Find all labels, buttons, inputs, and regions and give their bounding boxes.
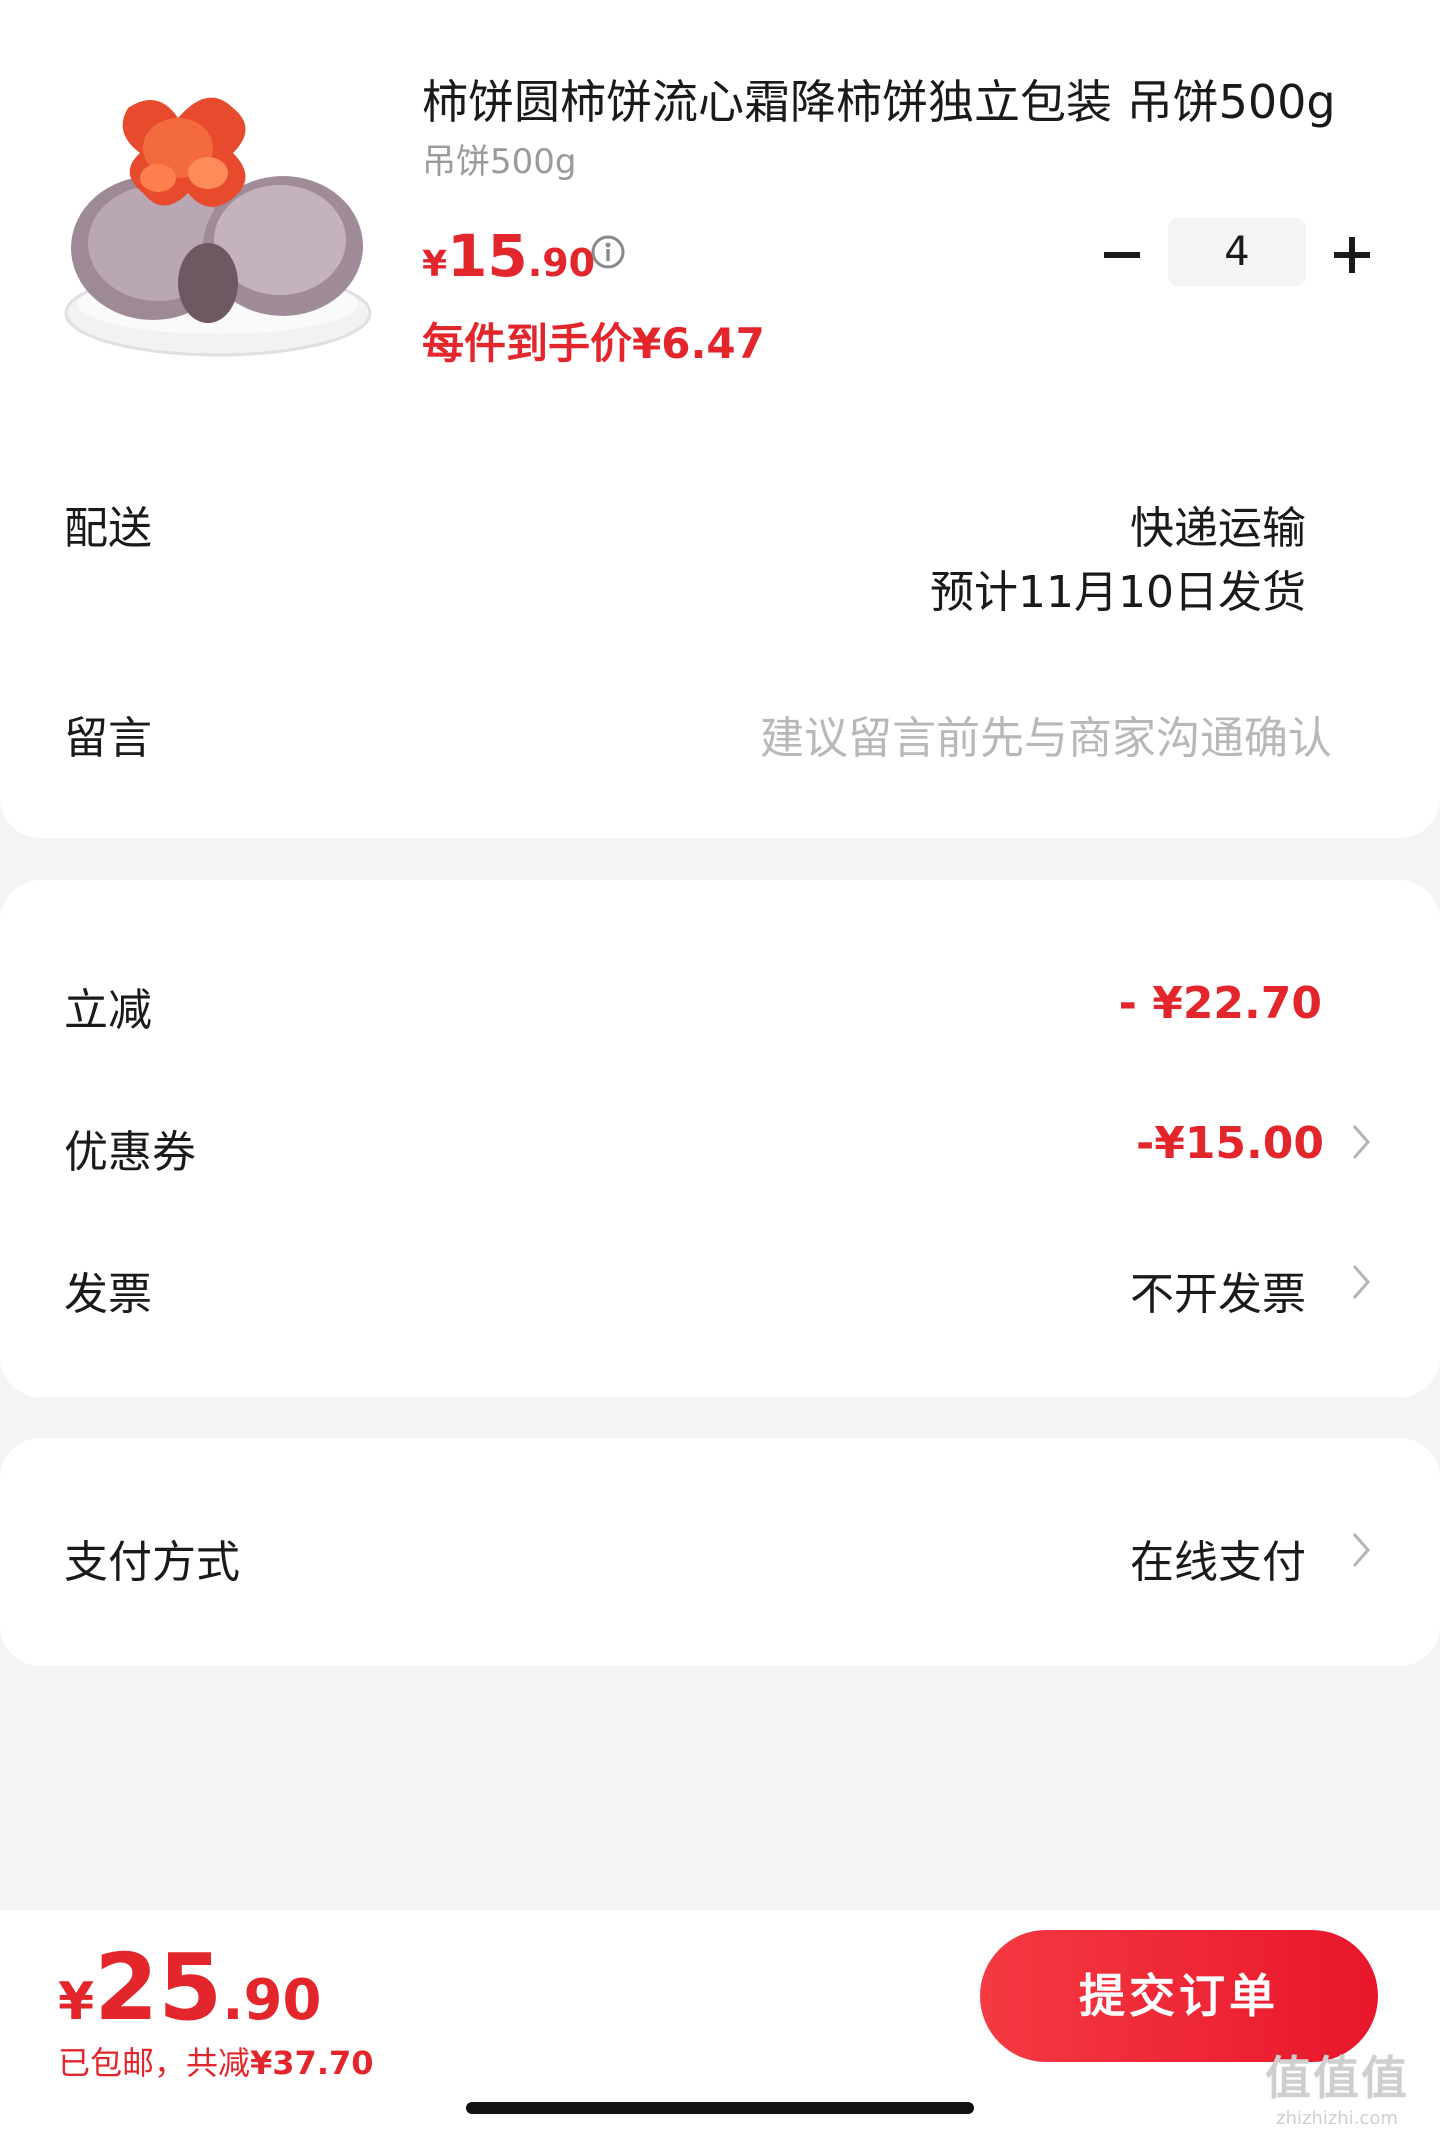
instant-discount-value: - ¥22.70 [1118,978,1322,1029]
total-integer: 25 [94,1934,223,2041]
total-decimal: .90 [222,1968,322,2033]
delivery-label: 配送 [64,503,152,554]
plus-icon[interactable] [1330,228,1374,282]
chevron-right-icon[interactable] [1350,1122,1372,1162]
shipping-discount-note: 已包邮，共减¥37.70 [58,2038,374,2084]
total-currency: ¥ [58,1972,95,2032]
product-title: 柿饼圆柿饼流心霜降柿饼独立包装 吊饼500g [422,75,1336,129]
payment-label: 支付方式 [64,1537,240,1588]
instant-discount-label: 立减 [64,985,152,1036]
price-integer: 15 [447,222,528,290]
watermark-url: zhizhizhi.com [1276,2108,1398,2129]
coupon-value[interactable]: -¥15.00 [1136,1118,1324,1169]
watermark-logo: 值值值 [1265,2051,1409,2105]
price-decimal: .90 [527,241,596,285]
payment-value[interactable]: 在线支付 [1130,1526,1306,1590]
price-currency: ¥ [422,244,448,285]
product-image[interactable] [58,78,378,378]
invoice-value[interactable]: 不开发票 [1130,1258,1306,1322]
product-price: ¥15.90 [422,222,595,290]
quantity-input[interactable]: 4 [1168,218,1306,286]
unit-price: 每件到手价¥6.47 [422,319,765,368]
minus-icon[interactable] [1100,228,1144,282]
invoice-label: 发票 [64,1269,152,1320]
total-saved: ¥37.70 [250,2044,374,2082]
watermark: 值值值 zhizhizhi.com [1252,2042,1422,2129]
product-card: 柿饼圆柿饼流心霜降柿饼独立包装 吊饼500g 吊饼500g ¥15.90 每件到… [0,0,1440,838]
home-indicator [466,2102,974,2114]
message-input[interactable]: 建议留言前先与商家沟通确认 [760,702,1332,766]
chevron-right-icon[interactable] [1350,1262,1372,1302]
product-spec: 吊饼500g [422,142,577,182]
discounts-card: 立减 - ¥22.70 优惠券 -¥15.00 发票 不开发票 [0,880,1440,1397]
checkout-bar: ¥25.90 已包邮，共减¥37.70 提交订单 值值值 zhizhizhi.c… [0,1910,1440,2139]
payment-card: 支付方式 在线支付 [0,1438,1440,1666]
info-icon[interactable] [590,234,626,270]
coupon-label: 优惠券 [64,1127,196,1178]
chevron-right-icon[interactable] [1350,1530,1372,1570]
delivery-method: 快递运输 [1130,503,1306,554]
total-price: ¥25.90 [58,1934,321,2041]
delivery-eta: 预计11月10日发货 [930,567,1306,618]
message-label: 留言 [64,713,152,764]
note-prefix: 已包邮，共减 [58,2044,251,2082]
